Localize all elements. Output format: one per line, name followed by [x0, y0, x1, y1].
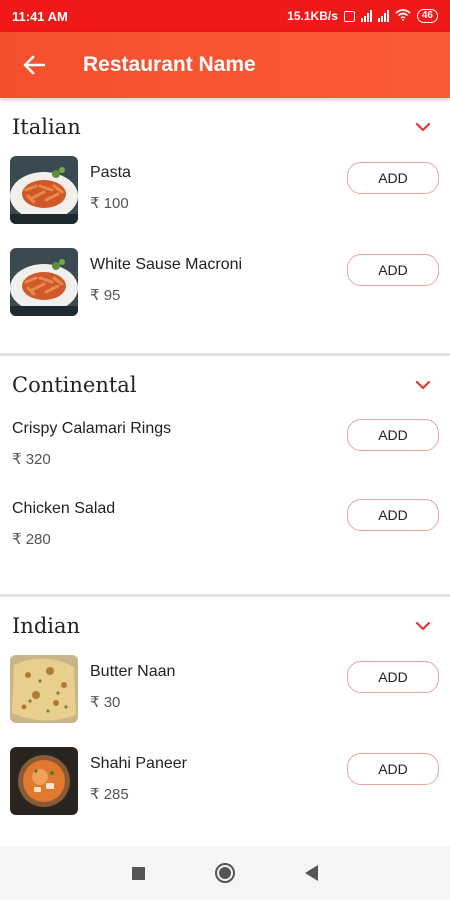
menu-section-indian: Indian Butter Naan ₹ 30 ADD Shahi Paneer… — [0, 597, 450, 839]
menu-list[interactable]: Italian Pasta ₹ 100 ADD White Sause Macr… — [0, 98, 450, 846]
wifi-icon — [395, 8, 411, 24]
menu-item: White Sause Macroni ₹ 95 ADD — [0, 248, 450, 340]
menu-item: Shahi Paneer ₹ 285 ADD — [0, 747, 450, 839]
item-price: ₹ 285 — [90, 786, 129, 803]
notification-icon — [343, 10, 355, 22]
item-name: Chicken Salad — [12, 500, 116, 517]
add-button[interactable]: ADD — [347, 499, 439, 531]
item-price: ₹ 280 — [12, 531, 51, 548]
pasta-image — [10, 156, 78, 224]
add-button[interactable]: ADD — [347, 753, 439, 785]
item-name: Butter Naan — [90, 663, 176, 680]
chevron-down-icon[interactable] — [414, 617, 432, 635]
section-title: Indian — [12, 614, 81, 638]
chevron-down-icon[interactable] — [414, 376, 432, 394]
naan-image — [10, 655, 78, 723]
item-name: Pasta — [90, 164, 131, 181]
section-header[interactable]: Indian — [0, 597, 450, 655]
add-button[interactable]: ADD — [347, 419, 439, 451]
status-bar: 11:41 AM 15.1KB/s 46 — [0, 0, 450, 32]
system-nav-bar — [0, 846, 450, 900]
battery-icon: 46 — [416, 9, 438, 23]
section-title: Italian — [12, 115, 81, 139]
item-name: Crispy Calamari Rings — [12, 420, 172, 437]
home-icon — [219, 867, 231, 879]
section-header[interactable]: Italian — [0, 98, 450, 156]
app-bar: Restaurant Name — [0, 32, 450, 98]
menu-item: Crispy Calamari Rings ₹ 320 ADD — [0, 414, 450, 494]
back-nav-button[interactable] — [305, 865, 318, 881]
signal-icon-2 — [377, 10, 389, 22]
item-price: ₹ 100 — [90, 195, 129, 212]
add-button[interactable]: ADD — [347, 254, 439, 286]
item-price: ₹ 30 — [90, 694, 121, 711]
menu-item: Chicken Salad ₹ 280 ADD — [0, 494, 450, 574]
curry-image — [10, 747, 78, 815]
pasta-image — [10, 248, 78, 316]
item-price: ₹ 320 — [12, 451, 51, 468]
menu-section-italian: Italian Pasta ₹ 100 ADD White Sause Macr… — [0, 98, 450, 353]
menu-section-continental: Continental Crispy Calamari Rings ₹ 320 … — [0, 356, 450, 594]
page-title: Restaurant Name — [83, 53, 256, 76]
status-time: 11:41 AM — [12, 8, 68, 24]
add-button[interactable]: ADD — [347, 162, 439, 194]
home-button[interactable] — [215, 863, 235, 883]
chevron-down-icon[interactable] — [414, 118, 432, 136]
back-button[interactable] — [0, 32, 68, 98]
item-price: ₹ 95 — [90, 287, 121, 304]
recents-button[interactable] — [132, 866, 145, 880]
item-name: Shahi Paneer — [90, 755, 187, 772]
signal-icon — [360, 10, 372, 22]
status-icons: 15.1KB/s 46 — [287, 8, 438, 24]
network-speed: 15.1KB/s — [287, 9, 338, 23]
menu-item: Pasta ₹ 100 ADD — [0, 156, 450, 248]
menu-item: Butter Naan ₹ 30 ADD — [0, 655, 450, 747]
item-name: White Sause Macroni — [90, 256, 243, 273]
section-title: Continental — [12, 373, 137, 397]
arrow-left-icon — [23, 55, 45, 75]
section-header[interactable]: Continental — [0, 356, 450, 414]
add-button[interactable]: ADD — [347, 661, 439, 693]
